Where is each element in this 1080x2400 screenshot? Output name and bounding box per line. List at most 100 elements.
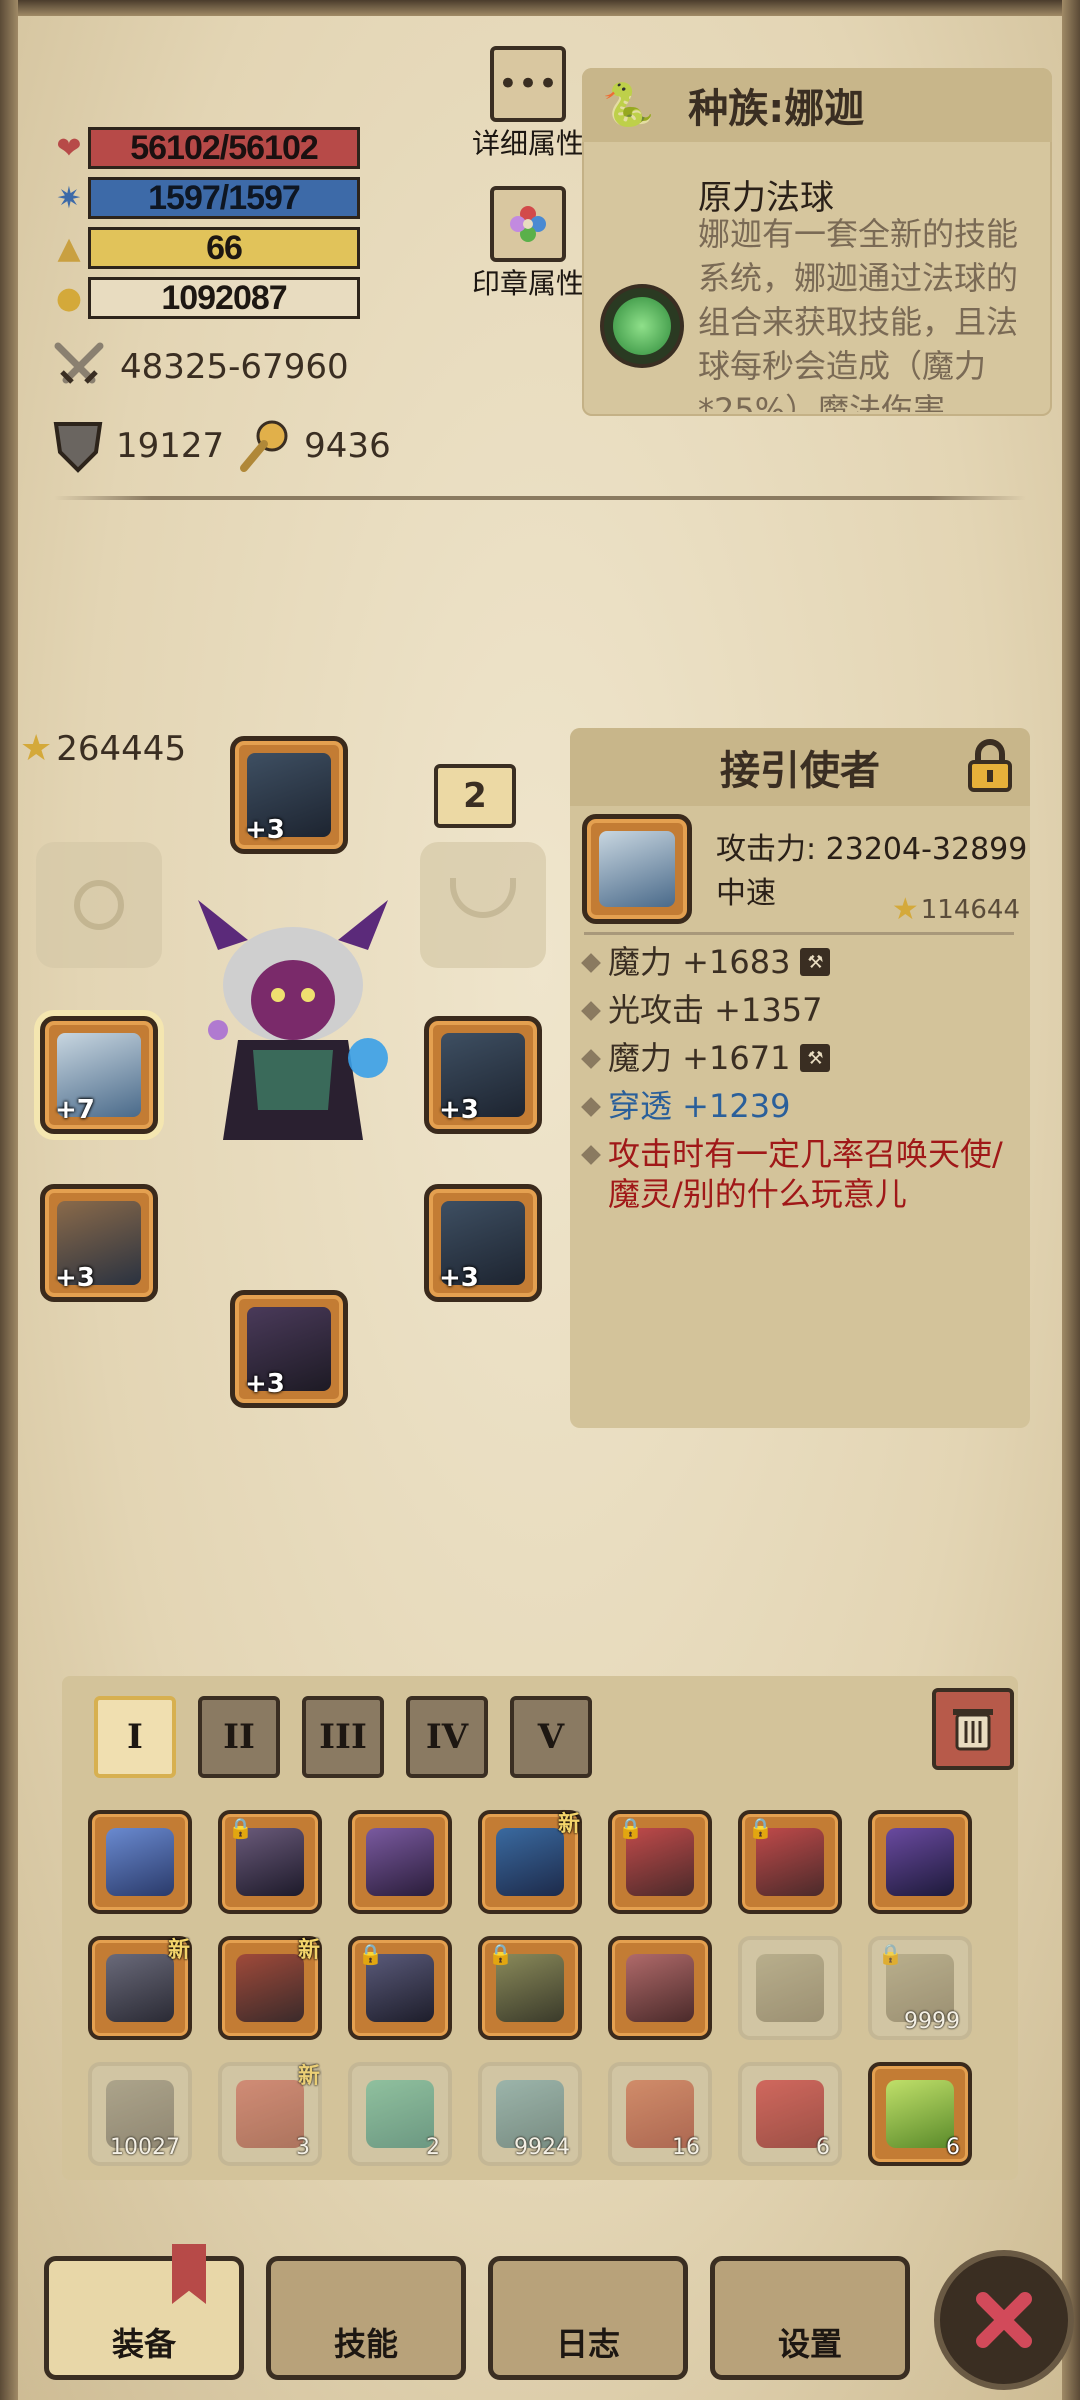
- weapon-divider: [584, 932, 1014, 935]
- defense-stat: 19127 9436: [52, 418, 391, 474]
- item-count: 10027: [110, 2135, 180, 2160]
- inventory-item[interactable]: 🔒: [218, 1810, 322, 1914]
- weapon-attribute-text: 魔力 +1683: [608, 943, 791, 981]
- inventory-tab-1[interactable]: I: [94, 1696, 176, 1778]
- nav-equip-button[interactable]: 装备: [44, 2256, 244, 2380]
- slot-necklace-empty[interactable]: [420, 842, 546, 968]
- nav-settings-button[interactable]: 设置: [710, 2256, 910, 2380]
- inventory-item[interactable]: 6: [868, 2062, 972, 2166]
- level-triangle-icon: ▲: [57, 230, 81, 266]
- purple-boots-icon: [886, 1828, 954, 1896]
- level-value: 66: [88, 227, 360, 269]
- inventory-item[interactable]: 10027: [88, 2062, 192, 2166]
- item-count: 6: [816, 2135, 830, 2160]
- item-count: 9999: [904, 2009, 960, 2034]
- inventory-item[interactable]: 🔒: [348, 1936, 452, 2040]
- weapon-attack: 攻击力: 23204-32899: [716, 832, 1028, 867]
- race-description[interactable]: 娜迦有一套全新的技能系统，娜迦通过法球的组合来获取技能，且法球每秒会造成（魔力*…: [698, 212, 1038, 412]
- close-icon: [976, 2292, 1032, 2348]
- inventory-item[interactable]: 2: [348, 2062, 452, 2166]
- new-badge: 新: [167, 1938, 190, 1963]
- mp-stat: ✷ 1597/1597: [50, 176, 360, 220]
- lock-icon: 🔒: [358, 1942, 383, 1966]
- lock-icon: 🔒: [748, 1816, 773, 1840]
- inventory-grid: 🔒 新 🔒 🔒 新新 🔒 🔒 🔒 9999 10027 新 3 2 9924 16 6 6: [88, 1810, 1008, 2170]
- gear-score-value: 264445: [56, 728, 187, 769]
- inventory-item[interactable]: 🔒: [738, 1810, 842, 1914]
- inventory-item[interactable]: [88, 1810, 192, 1914]
- close-button[interactable]: [934, 2250, 1074, 2390]
- shield-icon: [53, 422, 103, 473]
- star-icon: ★: [20, 728, 53, 769]
- slot-count-badge[interactable]: 2: [434, 764, 516, 828]
- inventory-item[interactable]: [608, 1936, 712, 2040]
- item-count: 6: [946, 2135, 960, 2160]
- inventory-item[interactable]: 新: [88, 1936, 192, 2040]
- trash-button[interactable]: [932, 1688, 1014, 1770]
- item-count: 16: [672, 2135, 700, 2160]
- inventory-item[interactable]: [348, 1810, 452, 1914]
- heart-icon: ❤: [56, 130, 82, 166]
- nav-log-button[interactable]: 日志: [488, 2256, 688, 2380]
- weapon-attribute: 魔力 +1671 ⚒: [581, 1038, 1014, 1078]
- inventory-item[interactable]: [868, 1810, 972, 1914]
- hp-stat: ❤ 56102/56102: [50, 126, 360, 170]
- inventory-tab-3[interactable]: III: [302, 1696, 384, 1778]
- slot-boots[interactable]: +3: [230, 1290, 348, 1408]
- inventory-tab-4[interactable]: IV: [406, 1696, 488, 1778]
- hero-naga-character: [198, 900, 388, 1140]
- slot-helmet[interactable]: +3: [230, 736, 348, 854]
- nav-skill-button[interactable]: 技能: [266, 2256, 466, 2380]
- inventory-item[interactable]: [738, 1936, 842, 2040]
- weapon-score-value: 114644: [920, 894, 1020, 925]
- trash-icon: [953, 1709, 993, 1751]
- slot-chest[interactable]: +3: [424, 1016, 542, 1134]
- weapon-attribute: 穿透 +1239: [581, 1086, 1014, 1126]
- hp-value: 56102/56102: [88, 127, 360, 169]
- slot-legs[interactable]: +3: [424, 1184, 542, 1302]
- frame-left: [0, 0, 18, 2400]
- weapon-attribute-text: 魔力 +1671: [608, 1039, 791, 1077]
- more-dots-icon: •••: [490, 46, 566, 122]
- inventory-item[interactable]: 🔒: [478, 1936, 582, 2040]
- attack-value: 48325-67960: [120, 347, 349, 387]
- inventory-tab-5[interactable]: V: [510, 1696, 592, 1778]
- frame-top: [0, 0, 1080, 16]
- weapon-attribute: 攻击时有一定几率召唤天使/魔灵/别的什么玩意儿: [581, 1134, 1014, 1214]
- magic-staff-icon: [240, 420, 288, 472]
- item-count: 3: [296, 2135, 310, 2160]
- inventory-item[interactable]: 新: [218, 1936, 322, 2040]
- slot-gloves[interactable]: +3: [40, 1184, 158, 1302]
- lock-icon: 🔒: [488, 1942, 513, 1966]
- nav-equip-label: 装备: [111, 2325, 176, 2363]
- red-greaves-icon: [236, 1954, 304, 2022]
- weapon-attribute-text: 穿透 +1239: [608, 1087, 791, 1125]
- inventory-item[interactable]: 🔒: [608, 1810, 712, 1914]
- lock-icon: 🔒: [618, 1816, 643, 1840]
- weapon-attribute-text: 攻击时有一定几率召唤天使/魔灵/别的什么玩意儿: [608, 1135, 1003, 1213]
- slot-ring-empty[interactable]: [36, 842, 162, 968]
- new-badge: 新: [297, 1938, 320, 1963]
- lock-icon[interactable]: [962, 738, 1018, 794]
- inventory-item[interactable]: 新3: [218, 2062, 322, 2166]
- iron-boots-icon: [106, 1954, 174, 2022]
- reforge-hammer-icon[interactable]: ⚒: [800, 948, 831, 976]
- inventory-tab-2[interactable]: II: [198, 1696, 280, 1778]
- weapon-attribute: 光攻击 +1357: [581, 990, 1014, 1030]
- mana-icon: ✷: [56, 180, 82, 216]
- inventory-item[interactable]: 9924: [478, 2062, 582, 2166]
- slot-weapon[interactable]: +7: [40, 1016, 158, 1134]
- inventory-item[interactable]: 新: [478, 1810, 582, 1914]
- magic-power-value: 9436: [304, 426, 391, 466]
- inventory-item[interactable]: 🔒 9999: [868, 1936, 972, 2040]
- weapon-score: ★ 114644: [892, 892, 1020, 927]
- chest-enhance-level: +3: [439, 1095, 479, 1125]
- lock-icon: 🔒: [228, 1816, 253, 1840]
- ring-icon: [74, 880, 124, 930]
- helmet-enhance-level: +3: [245, 815, 285, 845]
- reforge-hammer-icon[interactable]: ⚒: [800, 1044, 831, 1072]
- inventory-item[interactable]: 16: [608, 2062, 712, 2166]
- snake-icon: 🐍: [602, 80, 655, 129]
- blue-helmet-icon: [496, 1828, 564, 1896]
- inventory-item[interactable]: 6: [738, 2062, 842, 2166]
